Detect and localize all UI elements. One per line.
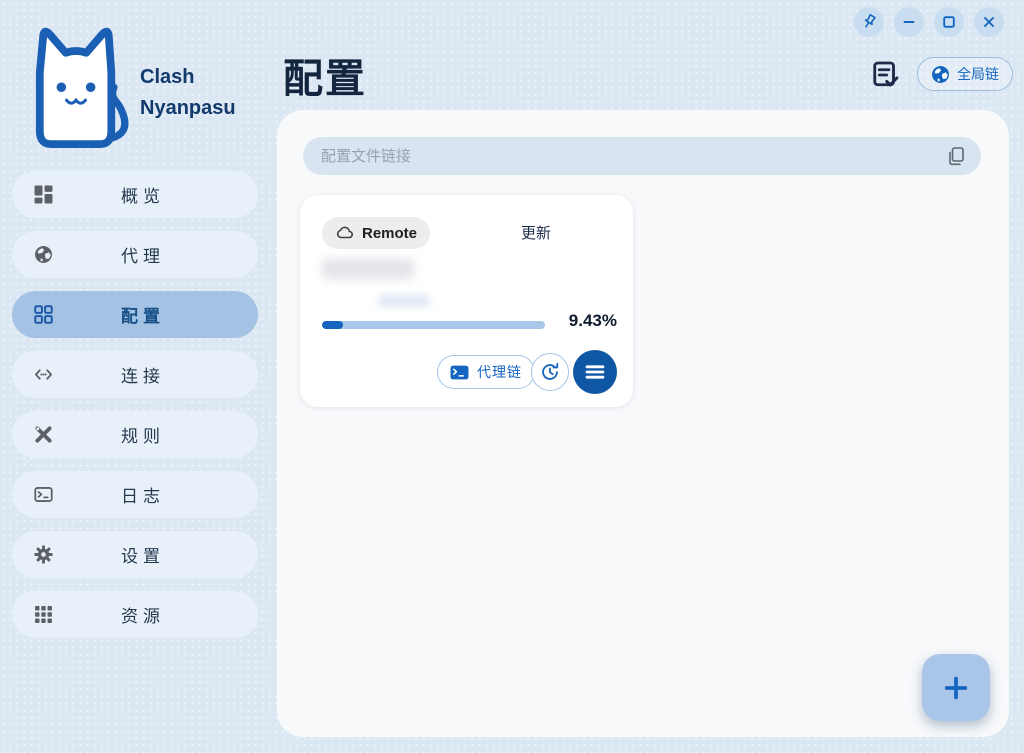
sidebar-item-resources[interactable]: 资源 xyxy=(12,591,258,638)
global-chain-button[interactable]: 全局链 xyxy=(917,57,1013,91)
maximize-button[interactable] xyxy=(934,7,964,37)
copy-icon xyxy=(946,146,966,166)
global-chain-label: 全局链 xyxy=(957,64,999,84)
cloud-icon xyxy=(335,223,355,243)
dashboard-icon xyxy=(34,185,53,204)
app-title-line2: Nyanpasu xyxy=(140,93,236,124)
cat-logo-icon xyxy=(20,18,132,153)
main-panel: Remote 更新 9.43% 代理链 xyxy=(277,110,1009,737)
profile-url-field xyxy=(303,137,981,175)
document-check-icon xyxy=(871,60,901,90)
minimize-icon xyxy=(900,13,918,31)
profile-type-label: Remote xyxy=(362,225,417,242)
apps-grid-icon xyxy=(34,605,53,624)
sidebar-item-logs[interactable]: 日志 xyxy=(12,471,258,518)
minimize-button[interactable] xyxy=(894,7,924,37)
sidebar-item-settings[interactable]: 设置 xyxy=(12,531,258,578)
sidebar-item-rules[interactable]: 规则 xyxy=(12,411,258,458)
pin-icon xyxy=(860,13,878,31)
progress-bar xyxy=(322,321,545,329)
globe-icon xyxy=(931,65,950,84)
page-title: 配置 xyxy=(283,46,367,104)
close-icon xyxy=(980,13,998,31)
proxy-chain-button[interactable]: 代理链 xyxy=(437,355,535,389)
proxy-chain-label: 代理链 xyxy=(477,362,522,382)
refresh-button[interactable] xyxy=(531,353,569,391)
menu-button[interactable] xyxy=(573,350,617,394)
progress-percent: 9.43% xyxy=(569,311,617,331)
maximize-icon xyxy=(940,13,958,31)
sidebar-nav: 概览 代理 配置 连接 xyxy=(12,171,258,638)
menu-icon xyxy=(584,361,606,383)
grid-icon xyxy=(34,305,53,324)
update-label[interactable]: 更新 xyxy=(521,222,551,243)
refresh-clock-icon xyxy=(540,362,560,382)
add-profile-button[interactable] xyxy=(922,654,990,721)
terminal-icon xyxy=(34,485,53,504)
plus-icon xyxy=(941,673,971,703)
paste-button[interactable] xyxy=(943,143,969,169)
gear-icon xyxy=(34,545,53,564)
pin-button[interactable] xyxy=(854,7,884,37)
sidebar-item-connections[interactable]: 连接 xyxy=(12,351,258,398)
sidebar-item-profiles[interactable]: 配置 xyxy=(12,291,258,338)
profile-meta-blurred xyxy=(378,295,430,307)
terminal-icon xyxy=(450,365,469,380)
runtime-config-button[interactable] xyxy=(869,58,903,92)
progress-fill xyxy=(322,321,343,329)
connections-icon xyxy=(34,365,53,384)
app-title: Clash Nyanpasu xyxy=(140,62,236,124)
profile-type-chip: Remote xyxy=(322,217,430,249)
profile-name-blurred xyxy=(322,259,414,279)
sidebar-item-overview[interactable]: 概览 xyxy=(12,171,258,218)
profile-card[interactable]: Remote 更新 9.43% 代理链 xyxy=(300,195,633,407)
app-title-line1: Clash xyxy=(140,62,236,93)
profile-url-input[interactable] xyxy=(303,137,981,175)
close-button[interactable] xyxy=(974,7,1004,37)
globe-icon xyxy=(34,245,53,264)
tools-icon xyxy=(34,425,53,444)
sidebar-item-proxies[interactable]: 代理 xyxy=(12,231,258,278)
